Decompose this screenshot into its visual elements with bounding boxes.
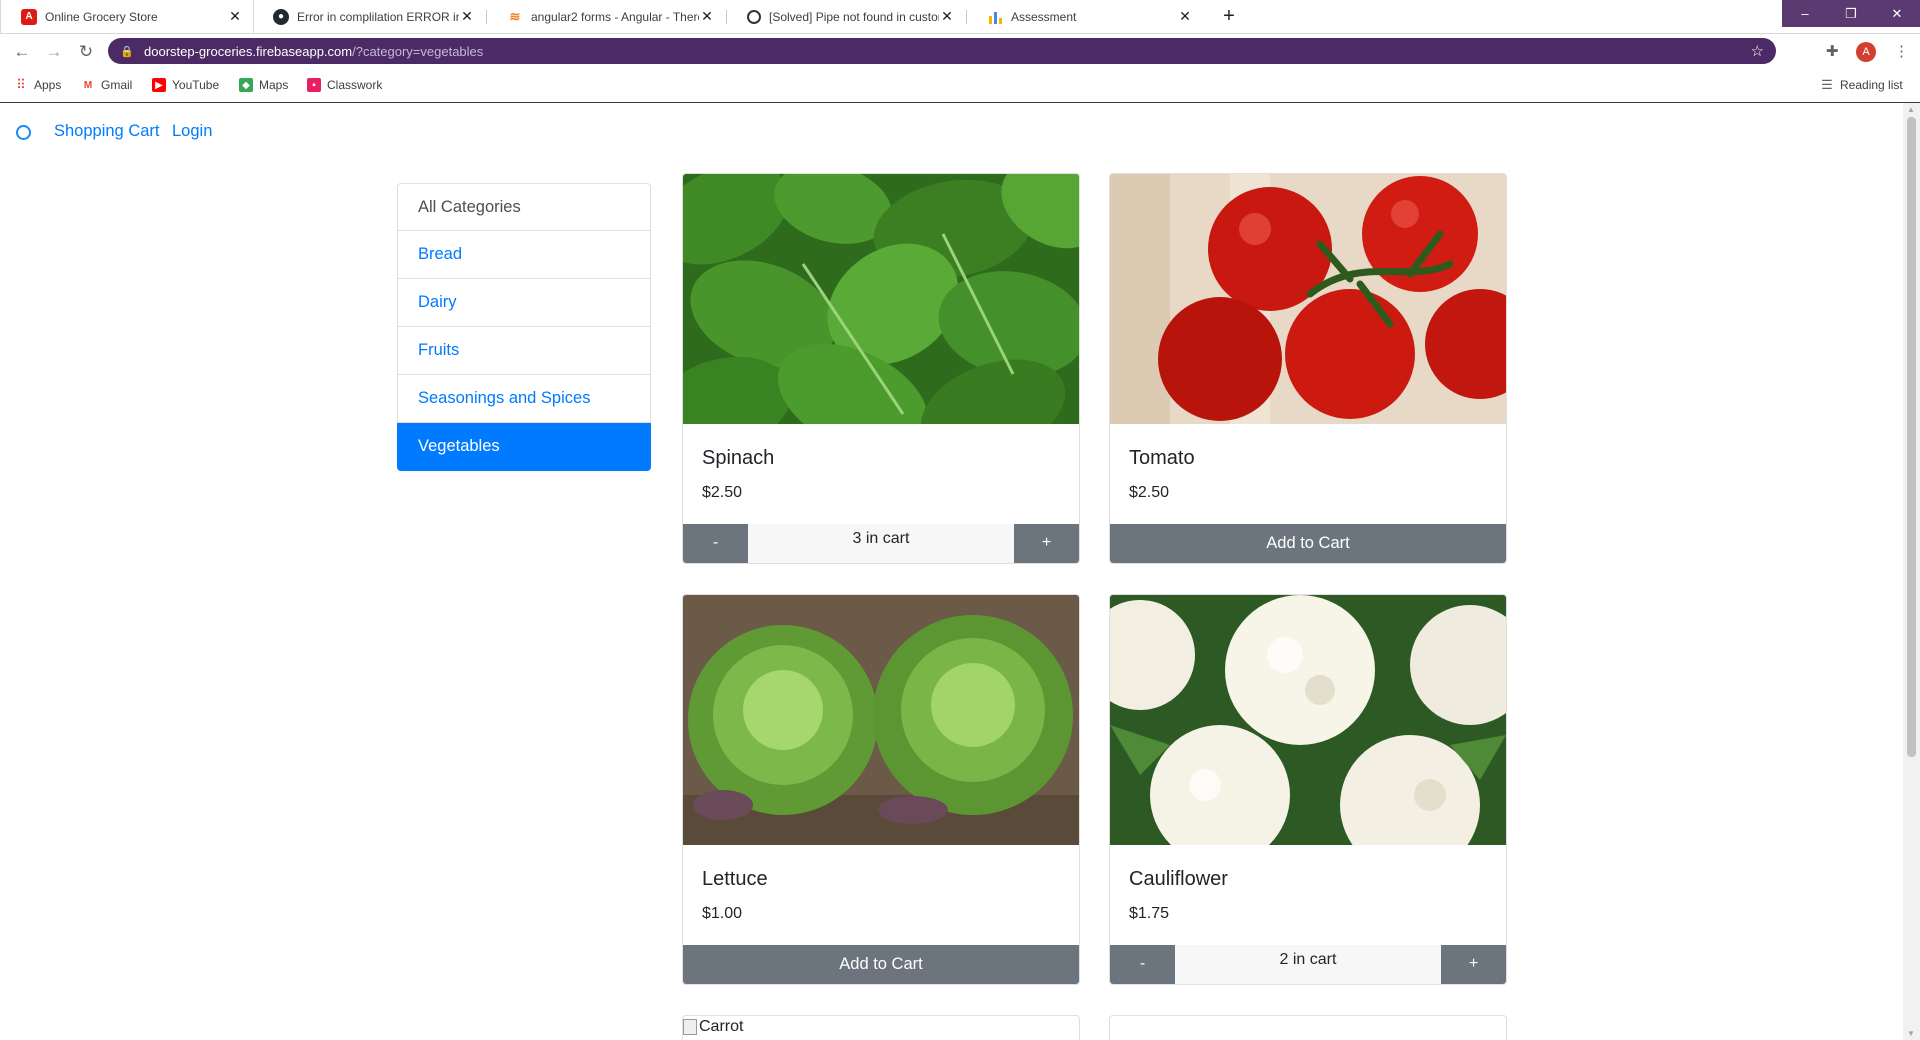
lettuce-image	[683, 595, 1079, 845]
close-tab-icon[interactable]: ✕	[227, 8, 243, 25]
bookmark-youtube[interactable]: ▶ YouTube	[152, 78, 219, 92]
cart-quantity-label: 3 in cart	[748, 524, 1014, 563]
address-bar[interactable]: 🔒 doorstep-groceries.firebaseapp.com /?c…	[108, 38, 1776, 64]
brand-logo-icon[interactable]	[16, 125, 31, 140]
product-card-partial	[1109, 1015, 1507, 1040]
product-price: $1.75	[1129, 905, 1170, 922]
product-card-lettuce: Lettuce $1.00 Add to Cart	[682, 594, 1080, 985]
bookmarks-bar: ⠿ Apps M Gmail ▶ YouTube ◆ Maps ▪ Classw…	[0, 70, 1920, 103]
page-scrollbar[interactable]: ▲ ▼	[1903, 103, 1920, 1040]
app-navbar: Shopping Cart Login	[0, 103, 1903, 161]
scroll-up-icon[interactable]: ▲	[1907, 105, 1915, 114]
classwork-icon: ▪	[307, 78, 321, 92]
tab-assessment[interactable]: Assessment ✕	[967, 0, 1203, 33]
bookmark-apps[interactable]: ⠿ Apps	[14, 77, 61, 92]
stackoverflow-icon: ≋	[509, 8, 521, 24]
product-card-spinach: Spinach $2.50 - 3 in cart +	[682, 173, 1080, 564]
close-tab-icon[interactable]: ✕	[699, 8, 715, 25]
forward-arrow-icon[interactable]: →	[42, 40, 66, 64]
bookmark-maps[interactable]: ◆ Maps	[239, 78, 288, 92]
category-list: All Categories Bread Dairy Fruits Season…	[397, 183, 651, 471]
tab-codegrepper[interactable]: [Solved] Pipe not found in custon ✕	[727, 0, 965, 33]
category-seasonings-and-spices[interactable]: Seasonings and Spices	[397, 375, 651, 423]
increase-quantity-button[interactable]: +	[1014, 524, 1079, 563]
decrease-quantity-button[interactable]: -	[1110, 945, 1175, 984]
back-arrow-icon[interactable]: ←	[10, 40, 34, 64]
product-card-tomato: Tomato $2.50 Add to Cart	[1109, 173, 1507, 564]
spinach-image	[683, 174, 1079, 424]
close-tab-icon[interactable]: ✕	[939, 8, 955, 25]
category-dairy[interactable]: Dairy	[397, 279, 651, 327]
tab-stackoverflow[interactable]: ≋ angular2 forms - Angular - There ✕	[487, 0, 725, 33]
close-tab-icon[interactable]: ✕	[459, 8, 475, 25]
bookmark-classwork[interactable]: ▪ Classwork	[307, 78, 382, 92]
product-price: $1.00	[702, 905, 743, 922]
product-name: Tomato	[1129, 447, 1195, 469]
gmail-icon: M	[83, 79, 93, 91]
scroll-down-icon[interactable]: ▼	[1907, 1029, 1915, 1038]
category-fruits[interactable]: Fruits	[397, 327, 651, 375]
shopping-cart-link[interactable]: Shopping Cart	[54, 122, 160, 141]
quantity-control: - 2 in cart +	[1110, 945, 1506, 984]
bookmark-star-icon[interactable]: ☆	[1751, 42, 1764, 60]
menu-kebab-icon[interactable]: ⋮	[1894, 42, 1909, 60]
profile-avatar[interactable]: A	[1856, 42, 1876, 62]
broken-image-icon	[683, 1019, 697, 1035]
product-price: $2.50	[1129, 484, 1170, 501]
angular-icon: A	[21, 8, 37, 25]
product-name: Spinach	[702, 447, 775, 469]
assessment-icon	[987, 9, 1003, 25]
lock-icon: 🔒	[120, 45, 134, 58]
add-to-cart-button[interactable]: Add to Cart	[1110, 524, 1506, 563]
cart-quantity-label: 2 in cart	[1175, 945, 1441, 984]
product-name: Lettuce	[702, 868, 768, 890]
reading-list[interactable]: ☰ Reading list	[1820, 77, 1903, 92]
category-all[interactable]: All Categories	[397, 183, 651, 231]
page-viewport: Shopping Cart Login All Categories Bread…	[0, 103, 1903, 1040]
category-bread[interactable]: Bread	[397, 231, 651, 279]
tab-github-error[interactable]: ● Error in complilation ERROR in n ✕	[253, 0, 485, 33]
new-tab-button[interactable]: +	[1216, 3, 1242, 29]
scrollbar-thumb[interactable]	[1907, 117, 1916, 757]
close-window-button[interactable]: ✕	[1874, 0, 1920, 27]
product-card-carrot: Carrot	[682, 1015, 1080, 1040]
github-icon: ●	[273, 8, 289, 25]
close-tab-icon[interactable]: ✕	[1177, 8, 1193, 25]
product-price: $2.50	[702, 484, 743, 501]
product-card-cauliflower: Cauliflower $1.75 - 2 in cart +	[1109, 594, 1507, 985]
product-name: Cauliflower	[1129, 868, 1228, 890]
extensions-puzzle-icon[interactable]: ✚	[1826, 42, 1839, 60]
login-link[interactable]: Login	[172, 122, 212, 141]
increase-quantity-button[interactable]: +	[1441, 945, 1506, 984]
carrot-broken-image: Carrot	[683, 1018, 743, 1036]
browser-tab-bar: A Online Grocery Store ✕ ● Error in comp…	[0, 0, 1920, 34]
quantity-control: - 3 in cart +	[683, 524, 1079, 563]
tab-online-grocery-store[interactable]: A Online Grocery Store ✕	[0, 0, 254, 33]
maps-icon: ◆	[239, 78, 253, 92]
codegrepper-icon	[747, 9, 761, 24]
youtube-icon: ▶	[152, 78, 166, 92]
apps-grid-icon: ⠿	[16, 77, 26, 92]
add-to-cart-button[interactable]: Add to Cart	[683, 945, 1079, 984]
restore-button[interactable]: ❐	[1828, 0, 1874, 27]
reading-list-icon: ☰	[1821, 77, 1833, 92]
bookmark-gmail[interactable]: M Gmail	[81, 78, 133, 92]
cauliflower-image	[1110, 595, 1506, 845]
tomato-image	[1110, 174, 1506, 424]
browser-toolbar: ← → ↻ 🔒 doorstep-groceries.firebaseapp.c…	[0, 34, 1920, 69]
category-vegetables[interactable]: Vegetables	[397, 423, 651, 471]
reload-icon[interactable]: ↻	[74, 40, 98, 64]
decrease-quantity-button[interactable]: -	[683, 524, 748, 563]
minimize-button[interactable]: –	[1782, 0, 1828, 27]
